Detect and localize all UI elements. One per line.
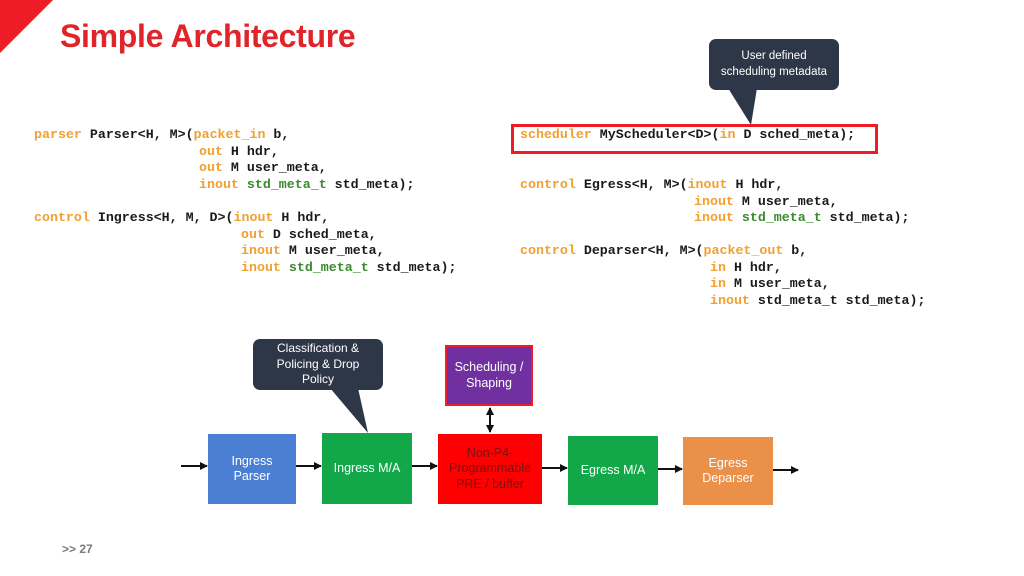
diagram-arrows	[181, 407, 799, 474]
page-number: >> 27	[62, 542, 93, 556]
